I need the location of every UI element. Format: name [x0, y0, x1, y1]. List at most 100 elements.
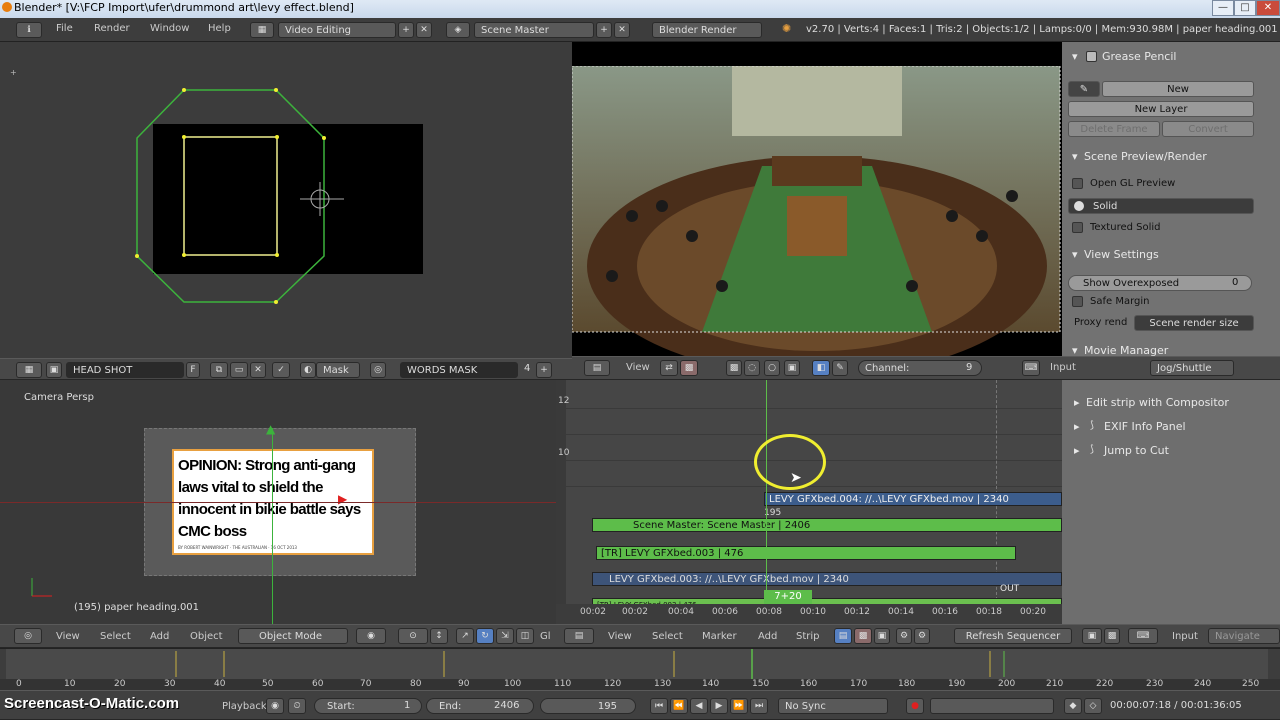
navigate-select[interactable]: Navigate — [1208, 628, 1280, 644]
sequencer-strip[interactable]: LEVY GFXbed.003: //..\LEVY GFXbed.mov | … — [592, 572, 1062, 586]
unlink-icon[interactable]: ✕ — [250, 362, 266, 378]
prev-keyframe-icon[interactable]: ⏪ — [670, 698, 688, 714]
translate-icon[interactable]: ↗ — [456, 628, 474, 644]
channel-mode-icon[interactable]: ◧ — [812, 360, 830, 376]
menu-render[interactable]: Render — [94, 23, 130, 34]
playhead-line[interactable] — [766, 380, 767, 612]
sequencer-view-icon[interactable]: ▤ — [834, 628, 852, 644]
layout-add-icon[interactable]: + — [398, 22, 414, 38]
shading-icon[interactable]: ◉ — [356, 628, 386, 644]
menu-select[interactable]: Select — [100, 631, 131, 642]
display-mode-icon[interactable]: ▩ — [680, 360, 698, 376]
maximize-button[interactable]: □ — [1234, 0, 1256, 16]
edit-strip-compositor[interactable]: Edit strip with Compositor — [1086, 396, 1229, 409]
convert-button[interactable]: Convert — [1162, 121, 1254, 137]
menu-window[interactable]: Window — [150, 23, 189, 34]
play-icon[interactable]: ▶ — [710, 698, 728, 714]
gizmo-x-arrow-icon[interactable]: ▶ — [338, 492, 347, 506]
both-view-icon[interactable]: ▣ — [874, 628, 890, 644]
menu-file[interactable]: File — [56, 23, 73, 34]
camera-icon[interactable]: ▣ — [1082, 628, 1102, 644]
delete-keyframe-icon[interactable]: ◇ — [1084, 698, 1102, 714]
keying-icon[interactable]: ◉ — [266, 698, 284, 714]
region-toggle-icon[interactable]: + — [10, 68, 17, 77]
channel-field[interactable]: Channel: — [858, 360, 982, 376]
new-button[interactable]: New — [1102, 81, 1254, 97]
safe-area-icon[interactable]: ○ — [764, 360, 780, 376]
proxy-icon[interactable]: ⚙ — [914, 628, 930, 644]
keying-set-field[interactable] — [930, 698, 1054, 714]
gizmo-y-arrow-icon[interactable]: ▲ — [266, 422, 275, 436]
preview-view-icon[interactable]: ▩ — [854, 628, 872, 644]
image-icon[interactable]: ▣ — [784, 360, 800, 376]
jog-shuttle-select[interactable]: Jog/Shuttle — [1150, 360, 1234, 376]
proxy-select[interactable]: Scene render size — [1134, 315, 1254, 331]
refresh-sequencer-button[interactable]: Refresh Sequencer — [954, 628, 1072, 644]
mode-select[interactable]: Object Mode — [238, 628, 348, 644]
manipulator-icon[interactable]: ↕ — [430, 628, 448, 644]
menu-help[interactable]: Help — [208, 23, 231, 34]
record-icon[interactable]: ● — [906, 698, 924, 714]
mask-canvas[interactable] — [0, 42, 572, 358]
menu-view[interactable]: View — [608, 631, 632, 642]
pencil-icon[interactable]: ✎ — [1068, 81, 1100, 97]
opengl-checkbox[interactable] — [1072, 178, 1083, 189]
close-button[interactable]: ✕ — [1256, 0, 1280, 16]
layout-remove-icon[interactable]: ✕ — [416, 22, 432, 38]
preview-range-icon[interactable]: ⏲ — [288, 698, 306, 714]
editor-type-icon[interactable]: ▤ — [564, 628, 594, 644]
scene-selector[interactable]: Scene Master — [474, 22, 594, 38]
mask-icon[interactable]: ◎ — [370, 362, 386, 378]
sequencer-preview[interactable] — [572, 42, 1062, 376]
scale-icon[interactable]: ⇲ — [496, 628, 514, 644]
textured-checkbox[interactable] — [1072, 222, 1083, 233]
editor-type-icon[interactable]: ◎ — [14, 628, 42, 644]
snap-icon[interactable]: ◫ — [516, 628, 534, 644]
zoom-icon[interactable]: ◌ — [744, 360, 760, 376]
scene-add-icon[interactable]: + — [596, 22, 612, 38]
current-frame-field[interactable]: 195 — [540, 698, 636, 714]
playback-menu[interactable]: Playback — [222, 701, 267, 712]
jump-end-icon[interactable]: ⏭ — [750, 698, 768, 714]
layout-icon[interactable]: ▦ — [250, 22, 274, 38]
editor-type-icon[interactable]: ▦ — [16, 362, 42, 378]
mask-layer-field[interactable]: WORDS MASK — [400, 362, 518, 378]
menu-add[interactable]: Add — [150, 631, 169, 642]
menu-strip[interactable]: Strip — [796, 631, 820, 642]
fake-user-button[interactable]: F — [186, 362, 200, 378]
menu-object[interactable]: Object — [190, 631, 223, 642]
keyboard-icon[interactable]: ⌨ — [1128, 628, 1158, 644]
pivot-icon[interactable]: ⊙ — [398, 628, 428, 644]
scene-icon[interactable]: ◈ — [446, 22, 470, 38]
layout-selector[interactable]: Video Editing — [278, 22, 396, 38]
sequencer-editor[interactable]: 12 10 LEVY GFXbed.004: //..\LEVY GFXbed.… — [556, 380, 1062, 624]
jump-to-cut[interactable]: Jump to Cut — [1104, 444, 1169, 457]
view-type-icon[interactable]: ⇄ — [660, 360, 678, 376]
sync-select[interactable]: No Sync — [778, 698, 888, 714]
safe-margin-checkbox[interactable] — [1072, 296, 1083, 307]
menu-add[interactable]: Add — [758, 631, 777, 642]
overlay-icon[interactable]: ⚙ — [896, 628, 912, 644]
duplicate-icon[interactable]: ⧉ — [210, 362, 228, 378]
menu-view[interactable]: View — [626, 362, 650, 373]
delete-frame-button[interactable]: Delete Frame — [1068, 121, 1160, 137]
render-engine-select[interactable]: Blender Render — [652, 22, 762, 38]
menu-marker[interactable]: Marker — [702, 631, 737, 642]
next-keyframe-icon[interactable]: ⏩ — [730, 698, 748, 714]
mask-object-field[interactable]: HEAD SHOT — [66, 362, 184, 378]
grease-pencil-checkbox[interactable] — [1086, 51, 1097, 62]
insert-keyframe-icon[interactable]: ◆ — [1064, 698, 1082, 714]
play-reverse-icon[interactable]: ◀ — [690, 698, 708, 714]
sequencer-scrollbar[interactable] — [556, 380, 566, 624]
mask-mode-icon[interactable]: ◐ — [300, 362, 316, 378]
timeline[interactable]: 0 10 20 30 40 50 60 70 80 90 100 110 120… — [0, 648, 1280, 691]
sequencer-strip[interactable]: Scene Master: Scene Master | 2406 — [592, 518, 1062, 532]
rotate-icon[interactable]: ↻ — [476, 628, 494, 644]
exif-info-panel[interactable]: EXIF Info Panel — [1104, 420, 1186, 433]
pin-icon[interactable]: ✓ — [272, 362, 290, 378]
jump-start-icon[interactable]: ⏮ — [650, 698, 668, 714]
mode-select[interactable]: Mask — [316, 362, 360, 378]
render-strip-icon[interactable]: ▩ — [1104, 628, 1120, 644]
3d-viewport[interactable]: Camera Persp OPINION: Strong anti-gang l… — [0, 380, 556, 624]
editor-type-icon[interactable]: ▤ — [584, 360, 610, 376]
